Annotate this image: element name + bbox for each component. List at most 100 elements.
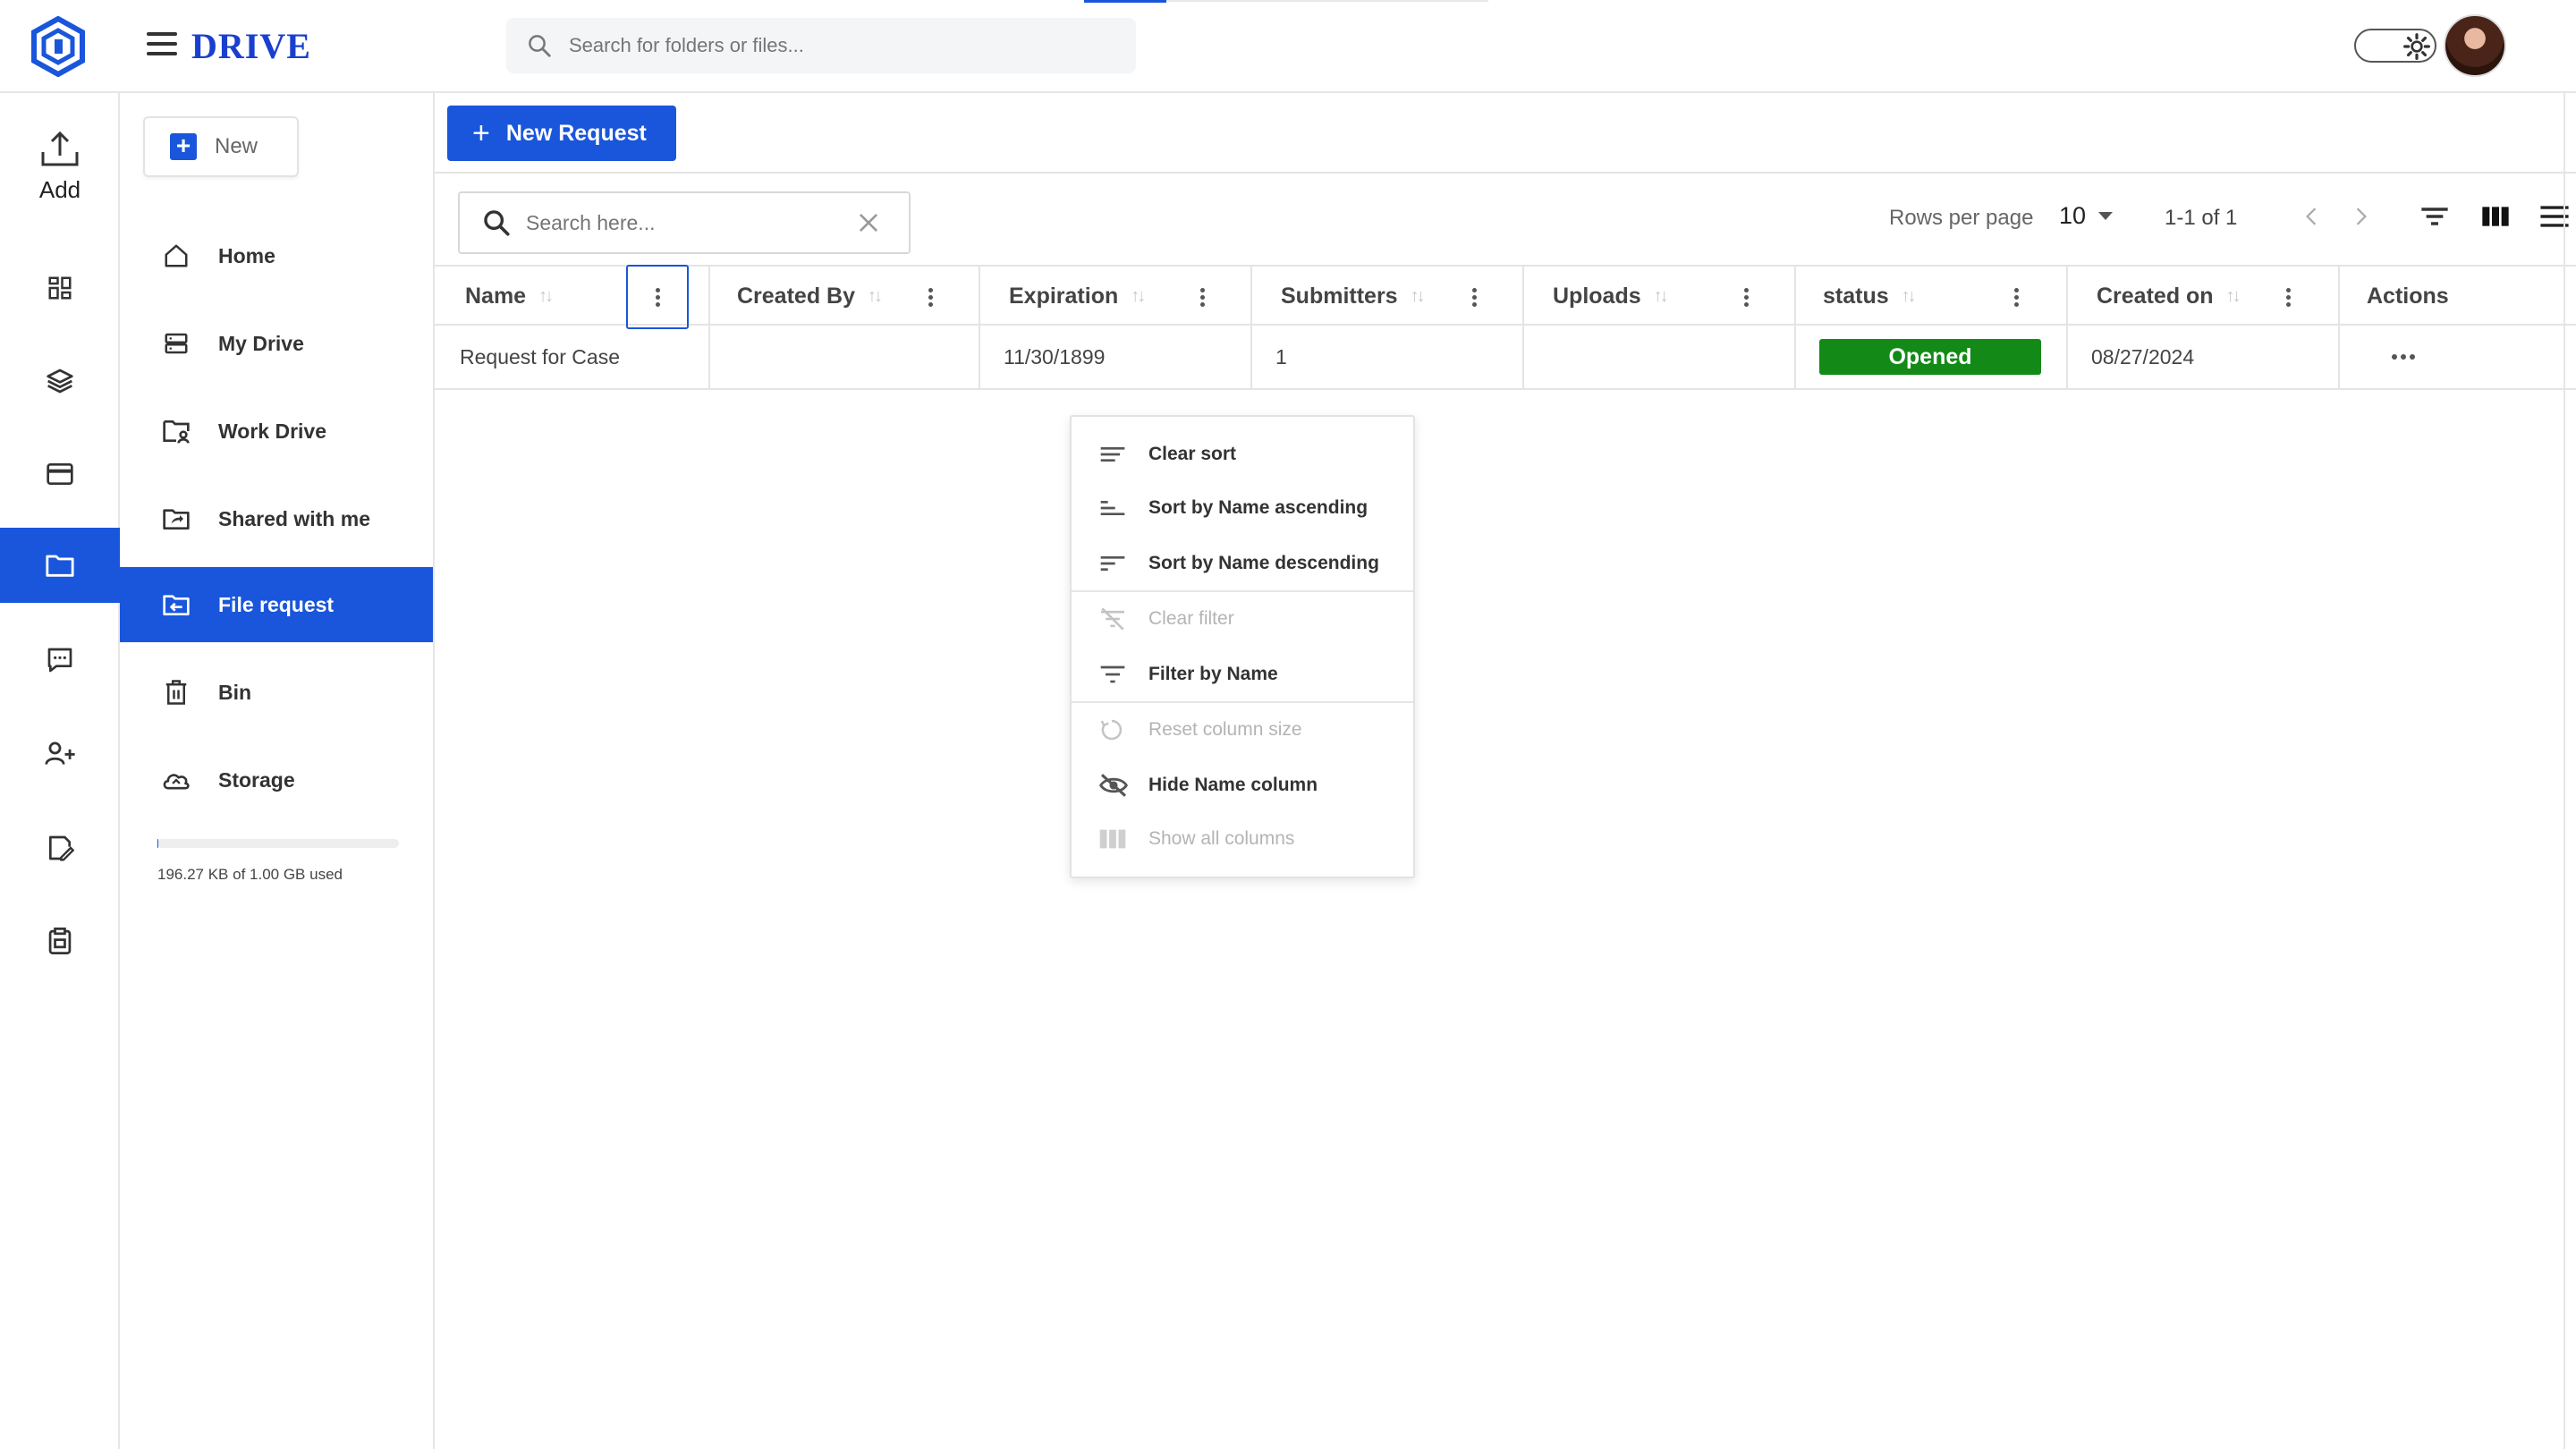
scrollbar-track[interactable] [2563, 93, 2565, 1449]
columns-button[interactable] [2476, 197, 2515, 236]
table-row[interactable]: Request for Case 11/30/1899 1 Opened 08/… [435, 326, 2576, 390]
column-header-created-by[interactable]: Created By ↑↓ [737, 267, 883, 326]
loading-indicator [1084, 0, 1166, 3]
rail-clipboard[interactable] [0, 903, 120, 979]
dashboard-icon [48, 276, 72, 300]
more-vertical-icon [2285, 285, 2291, 309]
column-separator[interactable] [2338, 267, 2340, 326]
user-avatar[interactable] [2444, 14, 2506, 77]
sort-ascending-icon [1098, 495, 1131, 521]
rail-dashboard[interactable] [0, 250, 120, 326]
add-user-icon [45, 741, 75, 765]
column-separator[interactable] [979, 267, 980, 326]
column-header-name[interactable]: Name ↑↓ [465, 267, 554, 326]
rail-layers[interactable] [0, 343, 120, 419]
global-search[interactable] [506, 18, 1136, 73]
menu-item-label: Clear sort [1148, 444, 1237, 464]
storage-used-text: 196.27 KB of 1.00 GB used [157, 866, 343, 883]
columns-icon [2482, 207, 2509, 226]
prev-page-button[interactable] [2295, 199, 2327, 234]
cloud-icon [161, 765, 191, 795]
rail-users[interactable] [0, 716, 120, 791]
rows-per-page-select[interactable]: 10 [2059, 202, 2114, 230]
rail-card[interactable] [0, 436, 120, 512]
storage-progress-bar [157, 839, 399, 848]
column-separator[interactable] [708, 267, 710, 326]
card-icon [47, 463, 73, 485]
menu-item-label: Hide Name column [1148, 775, 1318, 795]
sort-icon[interactable]: ↑↓ [538, 286, 554, 307]
menu-toggle-icon[interactable] [147, 32, 177, 59]
sidebar-item-file-request[interactable]: File request [120, 567, 433, 642]
next-page-button[interactable] [2345, 199, 2377, 234]
new-request-button[interactable]: + New Request [447, 106, 676, 161]
column-title: status [1823, 283, 1889, 309]
menu-item-sort-descending[interactable]: Sort by Name descending [1072, 537, 1413, 590]
column-header-uploads[interactable]: Uploads ↑↓ [1553, 267, 1669, 326]
global-search-input[interactable] [569, 34, 1070, 57]
column-menu-button-name[interactable] [626, 265, 689, 329]
sort-icon[interactable]: ↑↓ [1654, 286, 1669, 307]
column-menu-button-status[interactable] [1998, 274, 2034, 320]
new-request-label: New Request [505, 120, 647, 146]
more-horizontal-icon[interactable] [2390, 354, 2417, 360]
menu-item-clear-sort[interactable]: Clear sort [1072, 428, 1413, 481]
column-separator [2066, 326, 2068, 388]
search-icon [529, 35, 551, 57]
sidebar-item-work-drive[interactable]: Work Drive [120, 394, 433, 469]
drive-icon [161, 328, 191, 359]
column-header-expiration[interactable]: Expiration ↑↓ [1009, 267, 1146, 326]
column-menu-button-created-on[interactable] [2270, 274, 2306, 320]
column-menu-button-created-by[interactable] [912, 274, 948, 320]
column-menu-button-uploads[interactable] [1728, 274, 1764, 320]
new-button[interactable]: + New [143, 116, 299, 177]
cell-name[interactable]: Request for Case [460, 326, 620, 388]
sort-icon[interactable]: ↑↓ [1902, 286, 1917, 307]
menu-item-hide-column[interactable]: Hide Name column [1072, 758, 1413, 812]
column-header-status[interactable]: status ↑↓ [1823, 267, 1917, 326]
rail-files[interactable] [0, 528, 120, 603]
sidebar-item-my-drive[interactable]: My Drive [120, 306, 433, 381]
table-header: Name ↑↓ Created By ↑↓ Expiration ↑↓ Submitt… [435, 265, 2576, 329]
column-separator[interactable] [1250, 267, 1252, 326]
sort-icon[interactable]: ↑↓ [1131, 286, 1146, 307]
column-menu-button-expiration[interactable] [1184, 274, 1220, 320]
table-search[interactable] [458, 191, 911, 254]
menu-item-label: Reset column size [1148, 719, 1302, 740]
menu-item-filter-by-name[interactable]: Filter by Name [1072, 648, 1413, 701]
settings-toggle[interactable] [2354, 29, 2436, 63]
sort-icon[interactable]: ↑↓ [868, 286, 883, 307]
sidebar-item-home[interactable]: Home [120, 218, 433, 293]
clear-search-icon[interactable] [857, 211, 880, 234]
menu-item-show-all-columns: Show all columns [1072, 812, 1413, 866]
sidebar-item-bin[interactable]: Bin [120, 655, 433, 730]
menu-item-label: Sort by Name ascending [1148, 497, 1368, 518]
column-title: Expiration [1009, 283, 1119, 309]
sidebar-item-shared[interactable]: Shared with me [120, 481, 433, 556]
column-header-submitters[interactable]: Submitters ↑↓ [1281, 267, 1426, 326]
menu-item-sort-ascending[interactable]: Sort by Name ascending [1072, 481, 1413, 535]
gear-icon [2403, 33, 2430, 60]
rail-chat[interactable] [0, 623, 120, 698]
work-drive-icon [161, 416, 191, 446]
loading-track [1166, 0, 1488, 2]
more-vertical-icon [1743, 285, 1749, 309]
column-menu-button-submitters[interactable] [1456, 274, 1492, 320]
sidebar-item-storage[interactable]: Storage [120, 742, 433, 818]
density-button[interactable] [2535, 197, 2574, 236]
filter-off-icon [1098, 606, 1131, 632]
column-separator[interactable] [1794, 267, 1796, 326]
add-button[interactable]: Add [0, 129, 120, 209]
filter-button[interactable] [2415, 197, 2454, 236]
rail-edit-doc[interactable] [0, 810, 120, 886]
sort-icon[interactable]: ↑↓ [2226, 286, 2241, 307]
sidebar: + New Home My Drive Work Drive Shared wi… [120, 93, 435, 1449]
sort-icon[interactable]: ↑↓ [1411, 286, 1426, 307]
cell-expiration: 11/30/1899 [1004, 344, 1106, 369]
chevron-left-icon [2306, 208, 2317, 225]
table-search-input[interactable] [526, 210, 848, 235]
columns-icon [1098, 826, 1131, 852]
column-separator[interactable] [1522, 267, 1524, 326]
column-separator[interactable] [2066, 267, 2068, 326]
column-header-created-on[interactable]: Created on ↑↓ [2097, 267, 2241, 326]
